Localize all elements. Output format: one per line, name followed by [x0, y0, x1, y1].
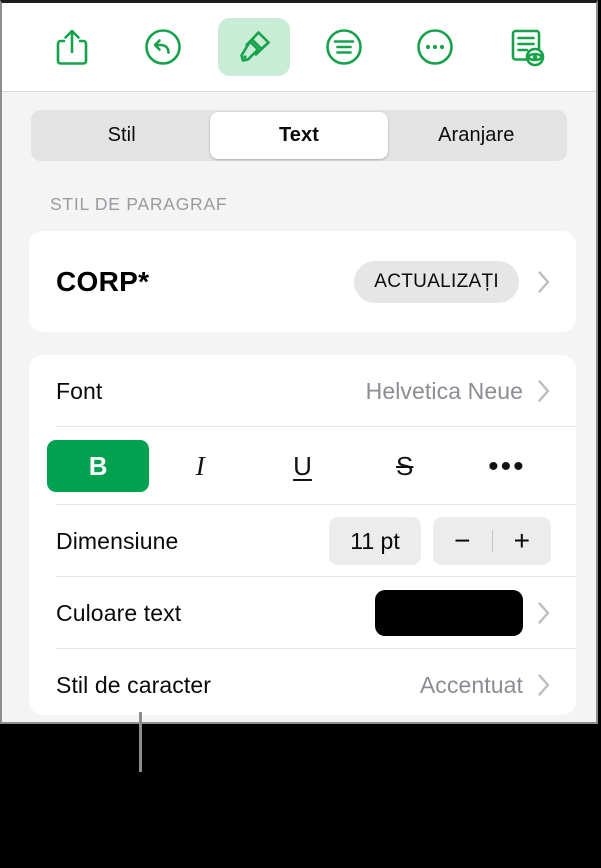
format-list-icon — [324, 27, 364, 67]
more-button[interactable] — [399, 18, 471, 76]
tab-bar: Stil Text Aranjare — [31, 109, 567, 161]
text-style-buttons-row: B I U S ••• — [29, 427, 576, 505]
paragraph-style-card: CORP* ACTUALIZAȚI — [29, 231, 576, 332]
strikethrough-button[interactable]: S — [354, 440, 456, 492]
undo-icon — [143, 27, 183, 67]
paragraph-style-name: CORP* — [56, 265, 150, 297]
paragraph-style-row[interactable]: CORP* ACTUALIZAȚI — [29, 231, 576, 332]
tab-aranjare[interactable]: Aranjare — [388, 112, 565, 159]
text-color-swatch[interactable] — [375, 590, 523, 636]
character-style-label: Stil de caracter — [56, 671, 211, 698]
share-button[interactable] — [36, 18, 108, 76]
character-style-row[interactable]: Stil de caracter Accentuat — [29, 649, 576, 721]
paintbrush-icon — [234, 27, 274, 67]
document-view-button[interactable] — [490, 18, 562, 76]
chevron-right-icon — [537, 601, 551, 625]
more-text-options-button[interactable]: ••• — [456, 440, 558, 492]
text-color-label: Culoare text — [56, 599, 182, 626]
popover-pointer-line — [139, 712, 142, 772]
size-increment-button[interactable]: + — [493, 525, 552, 557]
size-label: Dimensiune — [56, 527, 179, 554]
font-row[interactable]: Font Helvetica Neue — [29, 355, 576, 427]
chevron-right-icon — [537, 379, 551, 403]
size-value-field[interactable]: 11 pt — [329, 517, 421, 565]
font-label: Font — [56, 377, 103, 404]
share-icon — [55, 27, 89, 67]
insert-button[interactable] — [308, 18, 380, 76]
undo-button[interactable] — [127, 18, 199, 76]
tab-bar-container: Stil Text Aranjare — [2, 92, 596, 178]
size-stepper: − + — [433, 517, 551, 565]
text-color-row[interactable]: Culoare text — [29, 577, 576, 649]
character-style-value: Accentuat — [419, 671, 523, 698]
tab-stil[interactable]: Stil — [33, 112, 210, 159]
bold-button[interactable]: B — [47, 440, 150, 492]
more-icon — [415, 27, 455, 67]
update-style-button[interactable]: ACTUALIZAȚI — [354, 260, 519, 303]
chevron-right-icon — [537, 270, 551, 294]
text-settings-card: Font Helvetica Neue B I U S ••• Dimensiu… — [29, 355, 576, 715]
chevron-right-icon — [537, 673, 551, 697]
format-button[interactable] — [217, 18, 290, 76]
format-popover: Stil Text Aranjare STIL DE PARAGRAF CORP… — [0, 0, 598, 724]
paragraph-style-section-header: STIL DE PARAGRAF — [50, 194, 228, 214]
tab-text[interactable]: Text — [210, 111, 388, 159]
size-decrement-button[interactable]: − — [433, 525, 492, 557]
underline-button[interactable]: U — [251, 440, 353, 492]
screen: Stil Text Aranjare STIL DE PARAGRAF CORP… — [0, 0, 601, 868]
font-value: Helvetica Neue — [365, 377, 523, 404]
italic-button[interactable]: I — [149, 440, 251, 492]
size-row: Dimensiune 11 pt − + — [29, 505, 576, 577]
document-eye-icon — [507, 27, 545, 67]
toolbar — [2, 3, 596, 92]
